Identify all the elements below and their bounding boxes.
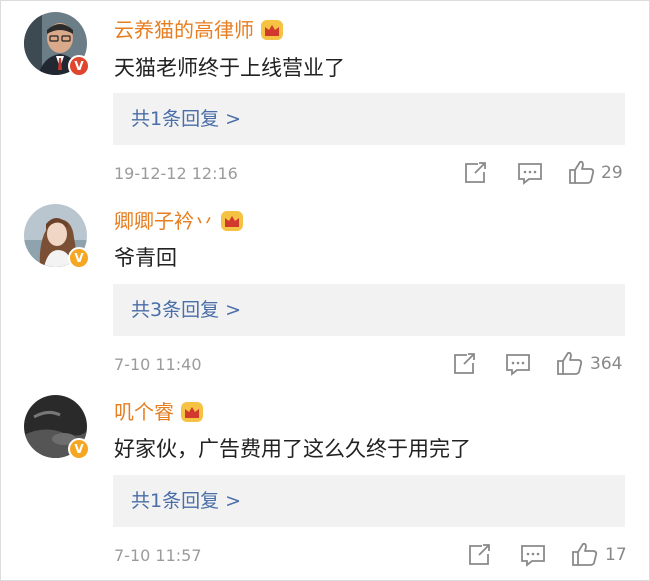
share-icon[interactable]: [463, 161, 489, 189]
comment-text: 天猫老师终于上线营业了: [114, 56, 345, 80]
share-icon[interactable]: [467, 543, 493, 571]
comment-icon[interactable]: [505, 352, 531, 380]
username[interactable]: 叽个睿: [114, 400, 204, 424]
timestamp: 7-10 11:40: [114, 355, 202, 374]
crown-icon: [220, 210, 244, 232]
replies-link[interactable]: 共1条回复 >: [113, 93, 625, 145]
username-text[interactable]: 云养猫的高律师: [114, 18, 254, 42]
like-count: 17: [605, 545, 627, 565]
share-icon[interactable]: [452, 352, 478, 380]
comment-text: 好家伙，广告费用了这么久终于用完了: [114, 437, 471, 461]
verified-badge-icon: V: [68, 55, 90, 77]
crown-icon: [260, 19, 284, 41]
like-count: 364: [590, 354, 623, 374]
comment-icon[interactable]: [520, 543, 546, 571]
avatar[interactable]: V: [24, 204, 90, 269]
like-icon[interactable]: [568, 159, 596, 189]
comment-icon[interactable]: [517, 161, 543, 189]
username[interactable]: 云养猫的高律师: [114, 18, 284, 42]
like-icon[interactable]: [571, 541, 599, 571]
comment-list: V 云养猫的高律师 天猫老师终于上线营业了 共1条回复 > 19-12-12 1…: [0, 0, 650, 581]
username[interactable]: 卿卿子衿丷: [114, 209, 244, 233]
timestamp: 19-12-12 12:16: [114, 164, 238, 183]
like-count: 29: [601, 163, 623, 183]
verified-badge-icon: V: [68, 247, 90, 269]
username-text[interactable]: 卿卿子衿丷: [114, 209, 214, 233]
username-text[interactable]: 叽个睿: [114, 400, 174, 424]
verified-badge-icon: V: [68, 438, 90, 460]
avatar[interactable]: V: [24, 12, 90, 77]
like-icon[interactable]: [556, 350, 584, 380]
timestamp: 7-10 11:57: [114, 546, 202, 565]
comment-text: 爷青回: [114, 246, 177, 270]
replies-link[interactable]: 共1条回复 >: [113, 475, 625, 527]
crown-icon: [180, 401, 204, 423]
replies-link[interactable]: 共3条回复 >: [113, 284, 625, 336]
avatar[interactable]: V: [24, 395, 90, 460]
